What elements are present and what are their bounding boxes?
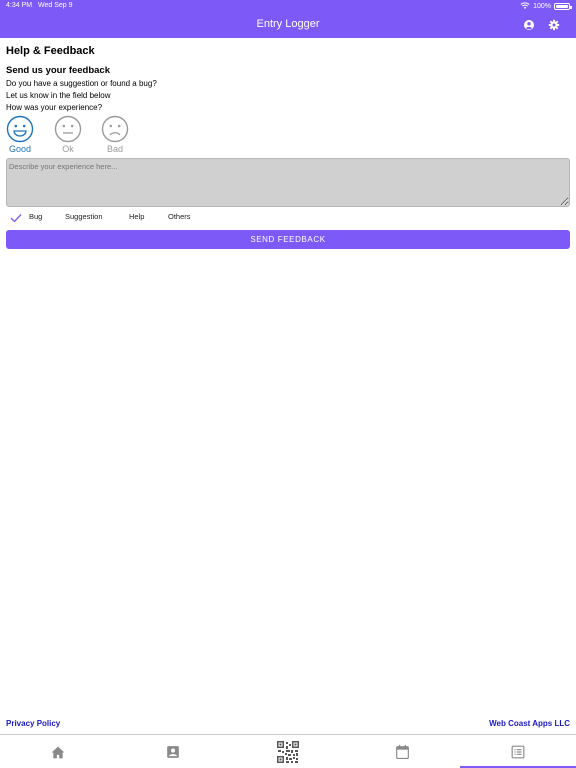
category-bug[interactable]: Bug — [29, 212, 42, 221]
contact-card-icon — [166, 746, 179, 758]
account-circle-icon[interactable] — [523, 19, 535, 31]
privacy-policy-link[interactable]: Privacy Policy — [6, 719, 60, 728]
battery-icon — [554, 2, 572, 10]
rating-good-label: Good — [8, 144, 32, 154]
tab-qr-code[interactable] — [230, 735, 345, 768]
rating-ok[interactable]: Ok — [49, 115, 87, 154]
smiley-neutral-icon — [54, 115, 82, 143]
send-feedback-button[interactable]: SEND FEEDBACK — [6, 230, 570, 249]
category-help[interactable]: Help — [129, 212, 144, 221]
status-right: 100% — [520, 2, 572, 10]
prompt-line-3: How was your experience? — [6, 103, 103, 112]
rating-bad-label: Bad — [106, 144, 123, 154]
status-date: Wed Sep 9 — [38, 2, 73, 9]
calendar-icon — [396, 745, 409, 759]
tab-contacts[interactable] — [115, 735, 230, 768]
category-others[interactable]: Others — [168, 212, 191, 221]
tab-log-list[interactable] — [460, 735, 576, 768]
status-time: 4:34 PM — [6, 2, 33, 9]
prompt-line-2: Let us know in the field below — [6, 91, 111, 100]
tab-home[interactable] — [0, 735, 115, 768]
rating-good[interactable]: Good — [1, 115, 39, 154]
feedback-textarea[interactable] — [6, 158, 570, 207]
app-header: 4:34 PM Wed Sep 9 100% Entry Logger — [0, 0, 576, 38]
battery-percent: 100% — [533, 2, 551, 10]
home-icon — [51, 746, 64, 758]
wifi-icon — [520, 2, 530, 9]
rating-bad[interactable]: Bad — [96, 115, 134, 154]
checkmark-icon — [10, 214, 22, 223]
qr-code-icon — [276, 741, 299, 763]
rating-ok-label: Ok — [62, 144, 74, 154]
app-title: Entry Logger — [256, 18, 320, 30]
gear-icon[interactable] — [548, 19, 560, 31]
tab-calendar[interactable] — [345, 735, 460, 768]
page-title: Help & Feedback — [6, 45, 95, 57]
company-link[interactable]: Web Coast Apps LLC — [489, 719, 570, 728]
section-title: Send us your feedback — [6, 65, 111, 76]
category-suggestion[interactable]: Suggestion — [65, 212, 103, 221]
status-bar: 4:34 PM Wed Sep 9 100% — [0, 0, 576, 12]
smiley-happy-icon — [6, 115, 34, 143]
list-document-icon — [511, 745, 525, 759]
prompt-line-1: Do you have a suggestion or found a bug? — [6, 79, 157, 88]
smiley-sad-icon — [101, 115, 129, 143]
tab-bar — [0, 734, 576, 768]
